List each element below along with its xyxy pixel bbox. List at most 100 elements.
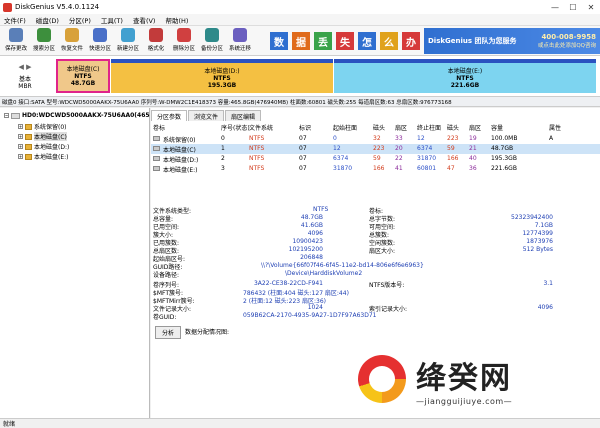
toolbar-button-2[interactable]: 恢复文件	[58, 26, 86, 54]
detail-value: 41.6GB	[300, 222, 323, 229]
expand-icon[interactable]: +	[18, 144, 23, 149]
partition-block-d[interactable]: 本地磁盘(D:) NTFS 195.3GB	[111, 59, 333, 93]
tree-item-label: 本地磁盘(E:)	[34, 154, 69, 161]
column-header[interactable]: 扇区	[395, 123, 407, 132]
banner-contact: 400-008-9958 或点击此处添加QQ咨询	[538, 33, 596, 49]
table-row[interactable]: 系统保留(0) 0 NTFS 07 0 32 33 12 223 19 100.0MB A	[151, 134, 600, 144]
partition-block-e[interactable]: 本地磁盘(E:) NTFS 221.6GB	[334, 59, 596, 93]
column-header[interactable]: 标识	[299, 123, 311, 132]
harddisk-icon	[11, 112, 20, 119]
tree-disk-label: HD0:WDCWD5000AAKX-75U6AA0(465	[22, 112, 150, 119]
menu-disk[interactable]: 磁盘(D)	[36, 15, 59, 25]
column-header[interactable]: 磁头	[373, 123, 385, 132]
table-row[interactable]: 本地磁盘(E:) 3 NTFS 07 31870 166 41 60801 47 36 221.6G…	[151, 164, 600, 174]
tab-partition-params[interactable]: 分区参数	[151, 110, 188, 121]
table-cell: 07	[299, 155, 307, 162]
app-icon	[3, 2, 12, 12]
tree-item-d[interactable]: + 本地磁盘(D:)	[18, 142, 69, 151]
detail-row: 文件记录大小: 1024 索引记录大小: 4096	[153, 304, 593, 313]
analyze-button[interactable]: 分析	[155, 326, 182, 339]
table-cell: 32	[373, 135, 381, 142]
partition-name: 本地磁盘(D:)	[204, 67, 240, 75]
table-cell: 07	[299, 145, 307, 152]
toolbar-button-6[interactable]: 删除分区	[170, 26, 198, 54]
partition-icon	[153, 136, 160, 141]
maximize-icon[interactable]: ☐	[564, 0, 582, 14]
table-cell: 本地磁盘(E:)	[163, 167, 198, 174]
table-cell: 47	[447, 165, 455, 172]
detail-row: 簇大小: 4096 总簇数: 12774399	[153, 230, 593, 239]
table-row[interactable]: 本地磁盘(D:) 2 NTFS 07 6374 59 22 31870 166 40 195.3GB	[151, 154, 600, 164]
banner-tiles: 数据丢失怎么办	[270, 32, 424, 50]
disk-mbr-label: MBR	[18, 82, 32, 90]
expand-icon[interactable]: +	[18, 154, 23, 159]
tree-disk-hd0[interactable]: − HD0:WDCWD5000AAKX-75U6AA0(465	[4, 112, 150, 119]
toolbar-button-5[interactable]: 格式化	[142, 26, 170, 54]
expand-icon[interactable]: +	[18, 124, 23, 129]
table-cell: 0	[221, 135, 225, 142]
tree-item-label: 本地磁盘(C)	[34, 132, 67, 141]
detail-row: 已用空间: 41.6GB 可用空间: 7.1GB	[153, 222, 593, 231]
partition-icon	[153, 146, 160, 151]
window-controls: — ☐ ✕	[546, 0, 600, 14]
tree-item-e[interactable]: + 本地磁盘(E:)	[18, 152, 69, 161]
detail-label: 设备路径:	[153, 272, 180, 279]
banner-tile: 办	[402, 32, 420, 50]
toolbar-button-7[interactable]: 备份分区	[198, 26, 226, 54]
table-row[interactable]: 本地磁盘(C) 1 NTFS 07 12 223 20 6374 59 21 48.7GB	[151, 144, 600, 154]
menu-tools[interactable]: 工具(T)	[101, 15, 123, 25]
table-header: 卷标 序号(状态) 文件系统 标识 起始柱面 磁头 扇区 终止柱面 磁头 扇区 容量 属性	[151, 122, 600, 132]
partition-block-c[interactable]: 本地磁盘(C) NTFS 48.7GB	[56, 59, 110, 93]
menu-help[interactable]: 帮助(H)	[165, 15, 188, 25]
tab-browse-files[interactable]: 浏览文件	[188, 110, 225, 121]
column-header[interactable]: 终止柱面	[417, 123, 441, 132]
toolbar-button-label: 格式化	[147, 46, 165, 52]
tab-sector-edit[interactable]: 扇区编辑	[225, 110, 262, 121]
toolbar-button-1[interactable]: 搜索分区	[30, 26, 58, 54]
tree-item-label: 系统保留(0)	[34, 124, 67, 131]
detail-value: \\?\Volume{66f07f46-6f45-11e2-bd14-806e6…	[261, 262, 424, 269]
table-cell: 本地磁盘(D:)	[163, 157, 199, 164]
table-cell: 223	[373, 145, 385, 152]
collapse-icon[interactable]: −	[4, 113, 9, 118]
column-header[interactable]: 起始柱面	[333, 123, 357, 132]
ad-banner[interactable]: 数据丢失怎么办 DiskGenius 团队为您服务 400-008-9958 或…	[270, 27, 600, 55]
banner-tile: 失	[336, 32, 354, 50]
toolbar-button-8[interactable]: 系统迁移	[226, 26, 254, 54]
menu-view[interactable]: 查看(V)	[133, 15, 156, 25]
table-cell: 195.3GB	[491, 155, 517, 162]
nav-arrows-icon[interactable]: ◀ ▶	[19, 63, 32, 71]
tree-item-system-reserved[interactable]: + 系统保留(0)	[18, 122, 67, 131]
column-header[interactable]: 容量	[491, 123, 503, 132]
expand-icon[interactable]: +	[18, 134, 23, 139]
column-header[interactable]: 序号(状态)	[221, 123, 250, 132]
table-cell: 0	[333, 135, 337, 142]
column-header[interactable]: 文件系统	[249, 123, 273, 132]
toolbar-button-label: 快速分区	[88, 46, 111, 52]
detail-value: 7.1GB	[534, 222, 553, 229]
table-cell: 223	[447, 135, 459, 142]
disk-type-label: ◀ ▶ 基本 MBR	[2, 60, 48, 92]
toolbar-button-3[interactable]: 快速分区	[86, 26, 114, 54]
detail-value: 52323942400	[511, 214, 553, 221]
detail-row: $MFTMirr簇号: 2 (柱面:12 磁头:223 扇区:36)	[153, 296, 593, 305]
toolbar-button-0[interactable]: 保存更改	[2, 26, 30, 54]
banner-service[interactable]: DiskGenius 团队为您服务 400-008-9958 或点击此处添加QQ…	[424, 28, 600, 54]
column-header[interactable]: 卷标	[153, 123, 165, 132]
detail-value: 12774399	[522, 230, 553, 237]
column-header[interactable]: 属性	[549, 123, 561, 132]
menu-file[interactable]: 文件(F)	[4, 15, 26, 25]
table-cell: 59	[447, 145, 455, 152]
toolbar-button-4[interactable]: 新建分区	[114, 26, 142, 54]
table-cell: 07	[299, 135, 307, 142]
tree-item-c[interactable]: + 本地磁盘(C)	[18, 132, 67, 141]
column-header[interactable]: 磁头	[447, 123, 459, 132]
close-icon[interactable]: ✕	[582, 0, 600, 14]
table-cell: 33	[395, 135, 403, 142]
minimize-icon[interactable]: —	[546, 0, 564, 14]
table-cell: 3	[221, 165, 225, 172]
menu-partition[interactable]: 分区(P)	[69, 15, 91, 25]
table-cell: 12	[333, 145, 341, 152]
column-header[interactable]: 扇区	[469, 123, 481, 132]
watermark-logo-icon	[358, 355, 406, 403]
